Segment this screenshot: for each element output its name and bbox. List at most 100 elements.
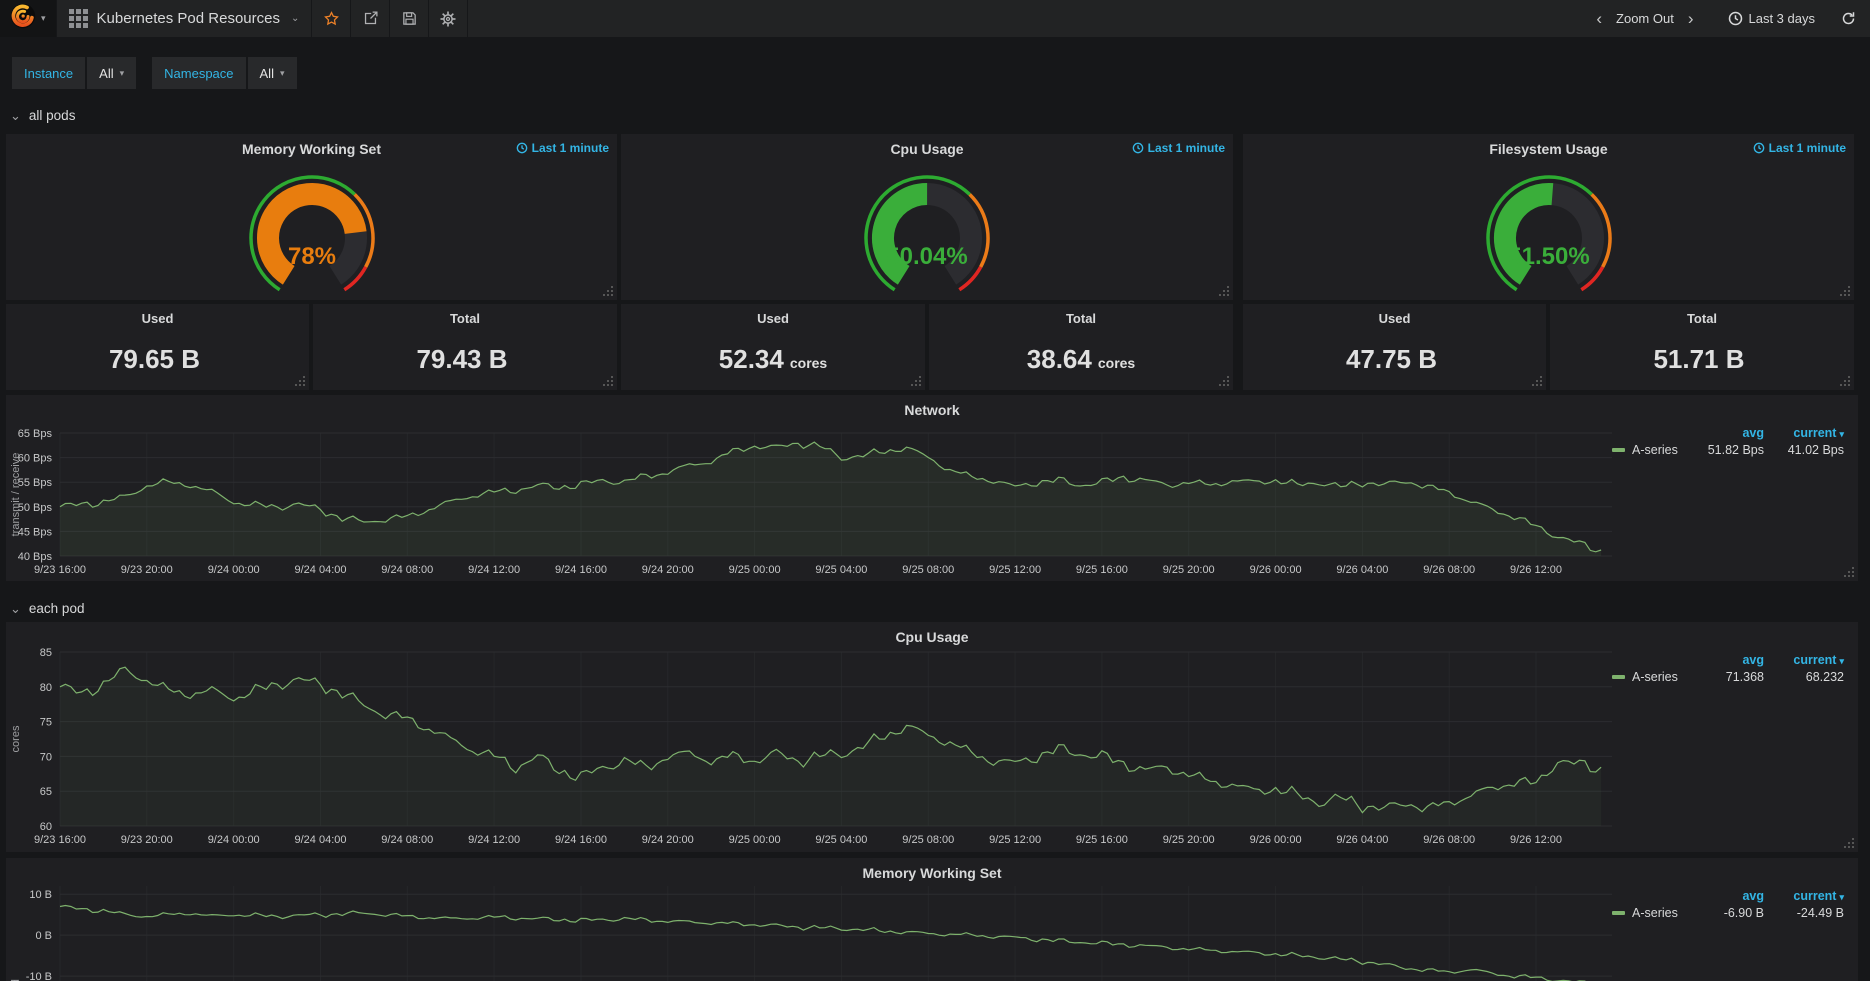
share-button[interactable]: [351, 0, 390, 37]
legend-sort-current[interactable]: current▾: [1764, 889, 1844, 903]
legend-sort-current[interactable]: current▾: [1764, 653, 1844, 667]
panel-resize-handle[interactable]: [1531, 375, 1542, 386]
graph-plot[interactable]: 9/23 16:009/23 20:009/24 00:009/24 04:00…: [6, 622, 1858, 852]
stat-value: 47.75 B: [1243, 344, 1546, 375]
y-tick-label: 60: [40, 821, 52, 833]
stat-panel-fs-used: Used 47.75 B: [1243, 304, 1546, 390]
legend-sort-avg[interactable]: avg: [1690, 653, 1764, 667]
legend-sort-avg[interactable]: avg: [1690, 426, 1764, 440]
grafana-logo-menu[interactable]: ▾: [0, 0, 57, 37]
x-tick-label: 9/24 20:00: [642, 834, 694, 846]
grafana-dashboard: ▾ Kubernetes Pod Resources ⌄ ‹ Zoom Out …: [0, 0, 1870, 981]
x-tick-label: 9/26 08:00: [1423, 834, 1475, 846]
panel-network-graph: Network 9/23 16:009/23 20:009/24 00:009/…: [6, 395, 1858, 581]
y-tick-label: 85: [40, 647, 52, 659]
graph-plot[interactable]: 9/23 16:009/23 20:009/24 00:009/24 04:00…: [6, 395, 1858, 581]
series-line: [60, 906, 1601, 981]
x-tick-label: 9/24 00:00: [208, 834, 260, 846]
zoom-out-button[interactable]: Zoom Out: [1616, 11, 1674, 26]
stat-panel-cpu-total: Total 38.64cores: [929, 304, 1233, 390]
panel-resize-handle[interactable]: [910, 375, 921, 386]
panel-title[interactable]: Total: [313, 311, 617, 326]
panel-title[interactable]: Used: [6, 311, 309, 326]
series-color-dash: [1612, 911, 1625, 915]
legend-series[interactable]: A-series: [1612, 906, 1690, 920]
time-forward-button[interactable]: ›: [1680, 10, 1702, 27]
graph-canvas: 9/23 16:009/23 20:009/24 00:009/24 04:00…: [6, 395, 1858, 581]
series-color-dash: [1612, 675, 1625, 679]
row-title: all pods: [29, 108, 76, 123]
caret-down-icon: ▾: [1839, 892, 1844, 902]
x-tick-label: 9/23 20:00: [121, 564, 173, 576]
variable-dropdown[interactable]: All▾: [248, 57, 297, 89]
settings-button[interactable]: [429, 0, 468, 37]
share-icon: [362, 10, 379, 27]
variable-instance: Instance All▾: [12, 57, 136, 89]
panel-time-override: Last 1 minute: [1132, 141, 1225, 155]
panel-memory-gauge: Memory Working Set Last 1 minute 78%: [6, 134, 617, 300]
x-tick-label: 9/25 08:00: [902, 834, 954, 846]
legend-series[interactable]: A-series: [1612, 670, 1690, 684]
x-tick-label: 9/25 00:00: [729, 834, 781, 846]
save-button[interactable]: [390, 0, 429, 37]
variable-dropdown[interactable]: All▾: [87, 57, 136, 89]
panel-cpu-gauge: Cpu Usage Last 1 minute 50.04%: [621, 134, 1233, 300]
row-toggle-all-pods[interactable]: ⌄ all pods: [10, 104, 75, 126]
x-tick-label: 9/25 08:00: [902, 564, 954, 576]
graph-plot[interactable]: 10 B0 B-10 Bused: [6, 858, 1858, 981]
dashboard-title: Kubernetes Pod Resources: [97, 10, 280, 27]
caret-down-icon: ▾: [1839, 656, 1844, 666]
dashboard-picker[interactable]: Kubernetes Pod Resources ⌄: [57, 0, 313, 37]
x-tick-label: 9/23 20:00: [121, 834, 173, 846]
panel-title[interactable]: Total: [929, 311, 1233, 326]
panel-title[interactable]: Used: [621, 311, 925, 326]
panel-resize-handle[interactable]: [1218, 375, 1229, 386]
panel-title[interactable]: Total: [1550, 311, 1854, 326]
legend-sort-current[interactable]: current▾: [1764, 426, 1844, 440]
legend-sort-avg[interactable]: avg: [1690, 889, 1764, 903]
stat-panel-cpu-used: Used 52.34cores: [621, 304, 925, 390]
gear-icon: [439, 10, 457, 28]
legend-current-value: -24.49 B: [1764, 906, 1844, 920]
y-tick-label: 55 Bps: [18, 477, 53, 489]
row-toggle-each-pod[interactable]: ⌄ each pod: [10, 597, 84, 619]
panel-resize-handle[interactable]: [1218, 285, 1229, 296]
panel-title[interactable]: Used: [1243, 311, 1546, 326]
gauge: 51.50%: [1474, 160, 1624, 310]
x-tick-label: 9/24 04:00: [295, 564, 347, 576]
x-tick-label: 9/25 20:00: [1163, 564, 1215, 576]
x-tick-label: 9/24 12:00: [468, 834, 520, 846]
legend-current-value: 41.02 Bps: [1764, 443, 1844, 457]
x-tick-label: 9/24 16:00: [555, 834, 607, 846]
time-range-button[interactable]: Last 3 days: [1728, 11, 1816, 26]
panel-resize-handle[interactable]: [294, 375, 305, 386]
y-tick-label: 70: [40, 751, 52, 763]
star-button[interactable]: [312, 0, 351, 37]
x-tick-label: 9/23 16:00: [34, 564, 86, 576]
y-axis-label: transmit / receive: [10, 453, 22, 537]
x-tick-label: 9/26 04:00: [1336, 564, 1388, 576]
star-icon: [323, 10, 340, 27]
clock-icon: [1728, 11, 1743, 26]
x-tick-label: 9/25 04:00: [815, 834, 867, 846]
caret-down-icon: ▾: [120, 68, 125, 79]
panel-resize-handle[interactable]: [1839, 285, 1850, 296]
panel-resize-handle[interactable]: [1839, 375, 1850, 386]
panel-resize-handle[interactable]: [602, 285, 613, 296]
stat-panel-memory-used: Used 79.65 B: [6, 304, 309, 390]
dashboard-grid-icon: [69, 9, 88, 28]
legend-series[interactable]: A-series: [1612, 443, 1690, 457]
x-tick-label: 9/24 16:00: [555, 564, 607, 576]
panel-resize-handle[interactable]: [602, 375, 613, 386]
chevron-down-icon: ⌄: [10, 602, 21, 615]
graph-legend: avg current▾ A-series 71.368 68.232: [1612, 651, 1844, 685]
panel-resize-handle[interactable]: [1843, 837, 1854, 848]
x-tick-label: 9/26 12:00: [1510, 564, 1562, 576]
x-tick-label: 9/26 08:00: [1423, 564, 1475, 576]
panel-time-override: Last 1 minute: [1753, 141, 1846, 155]
refresh-button[interactable]: [1841, 11, 1856, 26]
panel-resize-handle[interactable]: [1843, 566, 1854, 577]
time-back-button[interactable]: ‹: [1588, 10, 1610, 27]
panel-cpu-graph: Cpu Usage 9/23 16:009/23 20:009/24 00:00…: [6, 622, 1858, 852]
save-icon: [401, 10, 418, 27]
